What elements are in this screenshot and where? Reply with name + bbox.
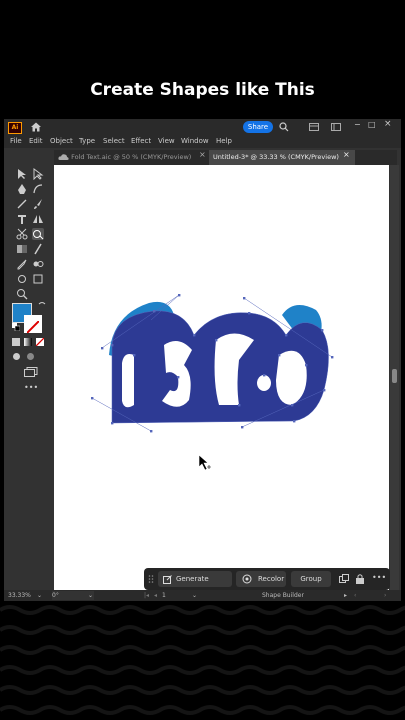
maximize-button[interactable]: □	[368, 120, 376, 129]
document-tabs: Fold Text.aic @ 50 % (CMYK/Preview) × Un…	[54, 150, 397, 165]
scroll-left-icon[interactable]: ‹	[354, 591, 356, 600]
close-window-button[interactable]: ×	[384, 119, 392, 129]
menu-select[interactable]: Select	[103, 137, 125, 145]
group-button[interactable]: Group	[291, 571, 331, 587]
recolor-icon	[242, 574, 252, 584]
symbol-sprayer-tool-icon[interactable]	[16, 273, 28, 285]
minimize-button[interactable]: −	[354, 120, 361, 129]
zoom-tool-icon[interactable]	[16, 288, 28, 300]
artwork	[91, 294, 334, 471]
screen-mode-icon[interactable]	[24, 367, 38, 377]
first-artboard-icon[interactable]: |◂	[144, 591, 149, 600]
prev-artboard-icon[interactable]: ◂	[154, 591, 157, 600]
swap-colors-icon[interactable]	[38, 301, 46, 309]
generate-beta-button[interactable]: Generate (Beta)	[158, 571, 232, 599]
gradient-tool-icon[interactable]	[16, 243, 28, 255]
width-tool-icon[interactable]	[32, 243, 44, 255]
cloud-icon	[58, 154, 69, 160]
stroke-swatch[interactable]	[24, 315, 42, 334]
menu-effect[interactable]: Effect	[131, 137, 151, 145]
line-tool-icon[interactable]	[16, 198, 28, 210]
draw-mode-icon[interactable]	[12, 352, 21, 361]
default-colors-icon[interactable]	[12, 323, 20, 331]
artboard-canvas[interactable]	[54, 165, 389, 590]
drag-handle-icon[interactable]	[148, 574, 154, 584]
generate-icon	[163, 575, 172, 584]
tab-label: Fold Text.aic @ 50 % (CMYK/Preview)	[71, 153, 192, 161]
rotation-value: 0°	[52, 592, 59, 599]
tab-untitled-3[interactable]: Untitled-3* @ 33.33 % (CMYK/Preview)	[209, 150, 355, 165]
glyph-counter-1	[122, 354, 134, 408]
duplicate-icon[interactable]	[339, 574, 349, 584]
zoom-dropdown-icon[interactable]: ⌄	[37, 591, 42, 600]
tab-fold-text[interactable]: Fold Text.aic @ 50 % (CMYK/Preview)	[54, 150, 206, 165]
shape-builder-tool-icon[interactable]	[32, 228, 44, 240]
recolor-button[interactable]: Recolor	[236, 571, 286, 587]
menu-bar: File Edit Object Type Select Effect View…	[4, 135, 401, 148]
menu-help[interactable]: Help	[216, 137, 232, 145]
workspace-icon[interactable]	[331, 122, 341, 132]
current-tool-name: Shape Builder	[262, 592, 304, 599]
blend-tool-icon[interactable]	[32, 258, 44, 270]
direct-selection-tool-icon[interactable]	[32, 168, 44, 180]
search-icon[interactable]	[279, 122, 289, 132]
status-menu-icon[interactable]: ▸	[344, 591, 347, 600]
tab-label: Untitled-3* @ 33.33 % (CMYK/Preview)	[213, 153, 339, 161]
scrollbar-thumb[interactable]	[392, 369, 397, 383]
menu-type[interactable]: Type	[79, 137, 95, 145]
reflect-tool-icon[interactable]	[32, 213, 44, 225]
arrange-icon[interactable]	[309, 122, 319, 132]
pen-tool-icon[interactable]	[16, 183, 28, 195]
contextual-task-bar: Generate (Beta) Recolor Group •••	[144, 568, 390, 599]
none-mode-icon[interactable]	[36, 338, 44, 346]
menu-window[interactable]: Window	[181, 137, 209, 145]
lock-icon[interactable]	[355, 573, 365, 584]
share-button[interactable]: Share	[243, 121, 273, 133]
menu-object[interactable]: Object	[50, 137, 73, 145]
cursor-icon	[198, 454, 211, 471]
eyedropper-tool-icon[interactable]	[16, 258, 28, 270]
selection-tool-icon[interactable]	[16, 168, 28, 180]
menu-file[interactable]: File	[10, 137, 22, 145]
menu-edit[interactable]: Edit	[29, 137, 43, 145]
paintbrush-tool-icon[interactable]	[32, 198, 44, 210]
color-mode-icon[interactable]	[12, 338, 20, 346]
type-tool-icon[interactable]	[16, 213, 28, 225]
zoom-level[interactable]: 33.33%	[8, 591, 31, 600]
illustrator-window: Ai Share − □ × File Edit Object Type Sel…	[4, 119, 401, 601]
tab-close-button[interactable]: ×	[343, 150, 350, 159]
artboard-number[interactable]: 1	[162, 591, 166, 600]
glyph-counter-dot	[257, 375, 271, 391]
group-label: Group	[300, 575, 322, 583]
artboard-tool-icon[interactable]	[32, 273, 44, 285]
wave-background	[0, 605, 405, 715]
menu-view[interactable]: View	[158, 137, 175, 145]
tools-panel: •••	[6, 163, 52, 601]
illustrator-logo: Ai	[8, 122, 22, 134]
more-options-icon[interactable]: •••	[372, 573, 386, 582]
scissors-tool-icon[interactable]	[16, 228, 28, 240]
no-stroke-icon	[26, 320, 40, 334]
recolor-label: Recolor	[258, 575, 285, 583]
draw-behind-icon[interactable]	[26, 352, 35, 361]
home-icon[interactable]	[30, 121, 42, 133]
gradient-mode-icon[interactable]	[24, 338, 32, 346]
caption: Create Shapes like This	[90, 80, 315, 100]
curvature-tool-icon[interactable]	[32, 183, 44, 195]
tab-close-button[interactable]: ×	[199, 150, 206, 159]
scroll-right-icon[interactable]: ›	[384, 591, 386, 600]
more-tools-icon[interactable]: •••	[24, 383, 38, 392]
rotation-dropdown-icon[interactable]: ⌄	[88, 591, 93, 600]
title-bar: Ai Share − □ ×	[4, 119, 401, 135]
artboard-dropdown-icon[interactable]: ⌄	[192, 591, 197, 600]
